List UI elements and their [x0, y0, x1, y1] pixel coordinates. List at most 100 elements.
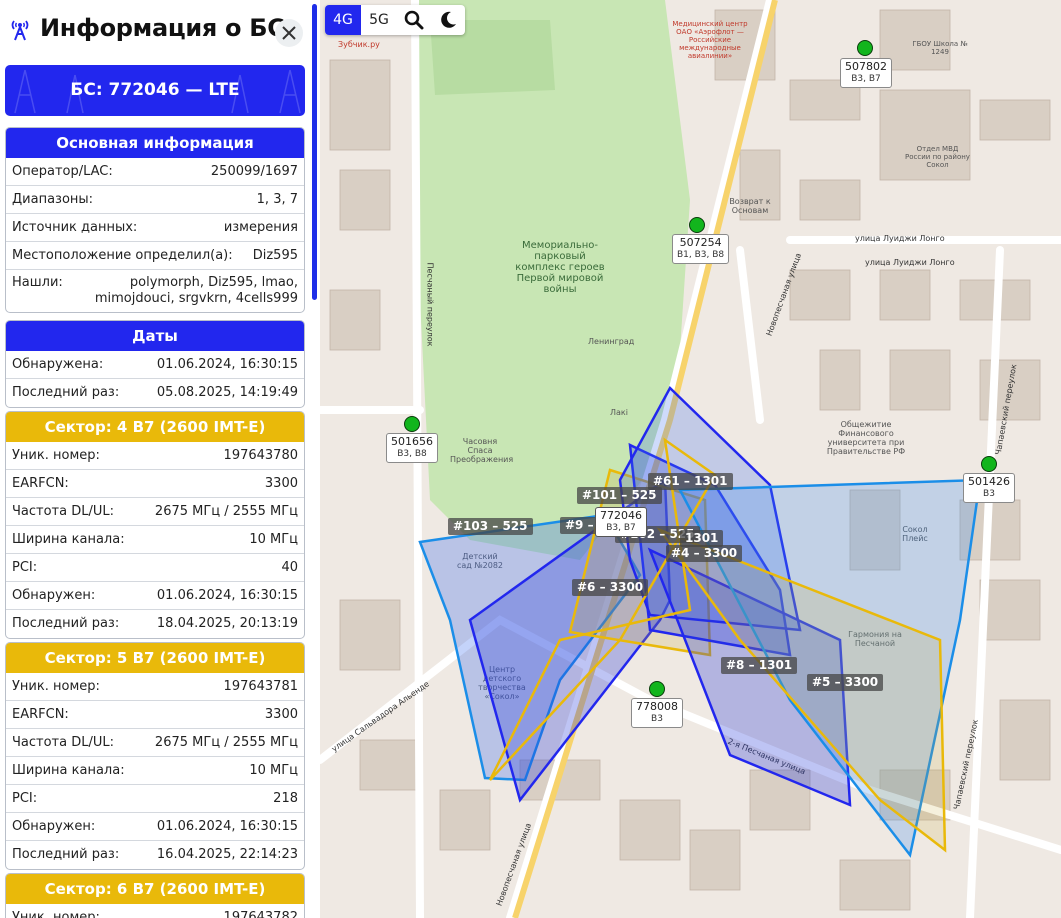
antenna-icon — [11, 20, 29, 41]
row-value: 3300 — [264, 707, 298, 722]
selected-base-station-label[interactable]: 772046 B3, B7 — [595, 507, 647, 537]
info-row: Последний раз: 18.04.2025, 20:13:19 — [6, 610, 304, 638]
sidebar-scrollbar[interactable] — [312, 4, 317, 300]
row-key: Диапазоны: — [12, 192, 94, 207]
dark-mode-button[interactable] — [431, 5, 465, 35]
main-info-card: Основная информация Оператор/LAC: 250099/… — [5, 127, 305, 313]
row-value: 16.04.2025, 22:14:23 — [156, 847, 298, 862]
tab-5g[interactable]: 5G — [361, 5, 397, 35]
row-value: 218 — [273, 791, 298, 806]
row-value: 197643781 — [223, 679, 298, 694]
base-station-marker[interactable] — [689, 217, 705, 233]
row-value: 1, 3, 7 — [256, 192, 298, 207]
sector-label[interactable]: #5 – 3300 — [807, 674, 884, 691]
moon-icon — [441, 11, 456, 28]
info-row: Ширина канала: 10 МГц — [6, 757, 304, 785]
row-key: Обнаружена: — [12, 357, 104, 372]
sector-5-header: Сектор: 5 B7 (2600 IMT-E) — [6, 643, 304, 673]
info-row: PCI: 218 — [6, 785, 304, 813]
row-value: 197643780 — [223, 448, 298, 463]
coverage-map[interactable]: улица Луиджи Лонго улица Луиджи Лонго Пе… — [320, 0, 1061, 918]
row-key: Частота DL/UL: — [12, 735, 114, 750]
base-station-marker[interactable] — [981, 456, 997, 472]
row-value: 3300 — [264, 476, 298, 491]
bs-id: 507802 — [845, 60, 887, 73]
bs-id: 501656 — [391, 435, 433, 448]
row-value: 2675 МГц / 2555 МГц — [154, 735, 298, 750]
base-station-marker[interactable] — [857, 40, 873, 56]
row-value: polymorph, Diz595, lmao, mimojdouci, srg… — [94, 275, 298, 306]
row-key: Нашли: — [12, 275, 63, 290]
info-row: Уник. номер: 197643781 — [6, 673, 304, 701]
info-row: Частота DL/UL: 2675 МГц / 2555 МГц — [6, 729, 304, 757]
base-station-label[interactable]: 778008 B3 — [631, 698, 683, 728]
info-row: Обнаружена: 01.06.2024, 16:30:15 — [6, 351, 304, 379]
row-key: Уник. номер: — [12, 679, 100, 694]
row-value: 40 — [281, 560, 298, 575]
row-value: 01.06.2024, 16:30:15 — [156, 588, 298, 603]
row-value: 10 МГц — [249, 532, 298, 547]
row-value: 18.04.2025, 20:13:19 — [156, 616, 298, 631]
sidebar-header: Информация о БС — [0, 0, 318, 62]
base-station-label[interactable]: 501426 B3 — [963, 473, 1015, 503]
bs-id: 507254 — [679, 236, 722, 249]
sidebar-title: Информация о БС — [40, 14, 285, 42]
row-value: 10 МГц — [249, 763, 298, 778]
sector-6-card: Сектор: 6 B7 (2600 IMT-E) Уник. номер: 19… — [5, 873, 305, 918]
row-key: Обнаружен: — [12, 819, 96, 834]
row-key: Обнаружен: — [12, 588, 96, 603]
row-key: Ширина канала: — [12, 532, 125, 547]
info-row: Уник. номер: 197643780 — [6, 442, 304, 470]
row-key: Уник. номер: — [12, 448, 100, 463]
row-key: Ширина канала: — [12, 763, 125, 778]
info-row: EARFCN: 3300 — [6, 470, 304, 498]
sector-label[interactable]: #4 – 3300 — [666, 545, 743, 562]
row-key: EARFCN: — [12, 476, 69, 491]
sector-label[interactable]: #8 – 1301 — [721, 657, 798, 674]
info-row: Оператор/LAC: 250099/1697 — [6, 158, 304, 186]
row-key: Последний раз: — [12, 385, 120, 400]
info-row: Источник данных: измерения — [6, 214, 304, 242]
row-key: Местоположение определил(а): — [12, 248, 233, 263]
info-row: Последний раз: 05.08.2025, 14:19:49 — [6, 379, 304, 407]
bs-bands: B3, B7 — [851, 74, 881, 84]
base-station-label[interactable]: 507254 B1, B3, B8 — [672, 234, 730, 264]
main-info-header: Основная информация — [6, 128, 304, 158]
tab-4g[interactable]: 4G — [325, 5, 361, 35]
bs-bands: B3 — [651, 714, 663, 724]
bs-bands: B3, B8 — [397, 449, 427, 459]
map-toolbar: 4G 5G — [325, 5, 465, 35]
info-row: Частота DL/UL: 2675 МГц / 2555 МГц — [6, 498, 304, 526]
dates-header: Даты — [6, 321, 304, 351]
info-row: EARFCN: 3300 — [6, 701, 304, 729]
row-key: Оператор/LAC: — [12, 164, 113, 179]
info-row: Нашли: polymorph, Diz595, lmao, mimojdouc… — [6, 270, 304, 312]
bs-id: 772046 — [600, 509, 642, 522]
sector-label[interactable]: #101 – 525 — [577, 487, 662, 504]
info-row: PCI: 40 — [6, 554, 304, 582]
bs-bands: B3, B7 — [606, 523, 636, 533]
row-key: Частота DL/UL: — [12, 504, 114, 519]
base-station-label[interactable]: 501656 B3, B8 — [386, 433, 438, 463]
close-sidebar-button[interactable] — [275, 19, 303, 47]
row-key: Уник. номер: — [12, 910, 100, 918]
base-station-label[interactable]: 507802 B3, B7 — [840, 58, 892, 88]
row-key: PCI: — [12, 791, 38, 806]
row-key: EARFCN: — [12, 707, 69, 722]
row-key: PCI: — [12, 560, 38, 575]
sector-4-card: Сектор: 4 B7 (2600 IMT-E) Уник. номер: 19… — [5, 411, 305, 639]
base-station-marker[interactable] — [649, 681, 665, 697]
bs-id: 778008 — [636, 700, 678, 713]
row-value: измерения — [223, 220, 298, 235]
sector-label[interactable]: #103 – 525 — [448, 518, 533, 535]
bs-info-sidebar: Информация о БС БС: 772046 — LTE Основна… — [0, 0, 318, 918]
info-row: Обнаружен: 01.06.2024, 16:30:15 — [6, 813, 304, 841]
info-row: Последний раз: 16.04.2025, 22:14:23 — [6, 841, 304, 869]
row-value: 197643782 — [223, 910, 298, 918]
row-key: Последний раз: — [12, 616, 120, 631]
sector-5-card: Сектор: 5 B7 (2600 IMT-E) Уник. номер: 19… — [5, 642, 305, 870]
base-station-marker[interactable] — [404, 416, 420, 432]
search-button[interactable] — [397, 5, 431, 35]
row-key: Последний раз: — [12, 847, 120, 862]
sector-label[interactable]: #6 – 3300 — [572, 579, 649, 596]
